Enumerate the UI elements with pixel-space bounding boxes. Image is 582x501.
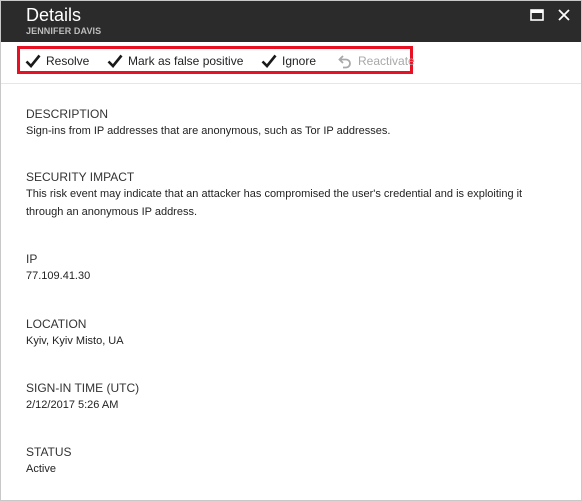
ignore-button[interactable]: Ignore <box>261 51 316 71</box>
status-value: Active <box>26 463 56 475</box>
checkmark-icon <box>261 54 277 68</box>
sign-in-time-field: SIGN-IN TIME (UTC) 2/12/2017 5:26 AM <box>26 380 561 414</box>
security-impact-field: SECURITY IMPACT This risk event may indi… <box>26 169 561 221</box>
ip-label: IP <box>26 252 38 266</box>
description-value: Sign-ins from IP addresses that are anon… <box>26 125 391 137</box>
ignore-label: Ignore <box>282 54 317 68</box>
reactivate-label: Reactivate <box>358 54 415 68</box>
undo-icon <box>338 55 351 69</box>
command-bar: Resolve Mark as false positive Ignore Re… <box>1 42 581 84</box>
security-impact-value: This risk event may indicate that an att… <box>26 188 523 218</box>
close-button[interactable] <box>556 7 572 23</box>
description-label: DESCRIPTION <box>26 107 109 121</box>
blade-subtitle: JENNIFER DAVIS <box>26 26 102 36</box>
maximize-button[interactable] <box>529 7 545 23</box>
description-field: DESCRIPTION Sign-ins from IP addresses t… <box>26 106 561 140</box>
blade-title: Details <box>26 5 82 25</box>
sign-in-time-label: SIGN-IN TIME (UTC) <box>26 381 140 395</box>
location-value: Kyiv, Kyiv Misto, UA <box>26 335 124 347</box>
blade-header: Details JENNIFER DAVIS <box>1 1 581 42</box>
details-blade: Details JENNIFER DAVIS Resolve Mark as f… <box>0 0 582 501</box>
ip-value: 77.109.41.30 <box>26 270 91 282</box>
mark-false-positive-label: Mark as false positive <box>128 54 244 68</box>
maximize-icon <box>530 9 544 21</box>
resolve-label: Resolve <box>46 54 90 68</box>
location-field: LOCATION Kyiv, Kyiv Misto, UA <box>26 316 561 350</box>
reactivate-button: Reactivate <box>337 51 415 71</box>
mark-false-positive-button[interactable]: Mark as false positive <box>107 51 243 71</box>
status-label: STATUS <box>26 445 72 459</box>
location-label: LOCATION <box>26 317 87 331</box>
resolve-button[interactable]: Resolve <box>25 51 89 71</box>
ip-field: IP 77.109.41.30 <box>26 251 561 285</box>
security-impact-label: SECURITY IMPACT <box>26 170 135 184</box>
status-field: STATUS Active <box>26 444 561 478</box>
checkmark-icon <box>25 54 41 68</box>
checkmark-icon <box>107 54 123 68</box>
sign-in-time-value: 2/12/2017 5:26 AM <box>26 399 119 411</box>
close-icon <box>558 9 570 21</box>
